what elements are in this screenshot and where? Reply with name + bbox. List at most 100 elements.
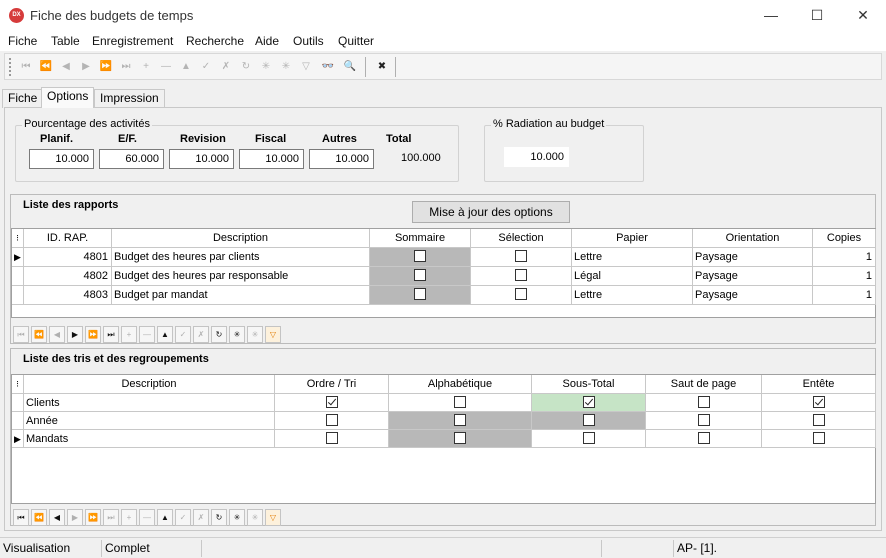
refresh-button[interactable]: ↻ [237, 57, 255, 76]
filter-button[interactable]: ▽ [297, 57, 315, 76]
prev-button[interactable]: ◀ [57, 57, 75, 76]
post-nav-button[interactable]: ✓ [175, 509, 191, 526]
reports-col-header[interactable]: Copies [813, 229, 876, 248]
selection-checkbox[interactable] [515, 269, 527, 282]
next-page-button[interactable]: ⏩ [97, 57, 115, 76]
refresh-nav-button[interactable]: ↻ [211, 509, 227, 526]
menu-recherche[interactable]: Recherche [186, 34, 244, 48]
update-options-button[interactable]: Mise à jour des options [412, 201, 570, 223]
menu-outils[interactable]: Outils [293, 34, 324, 48]
alphabetique-checkbox[interactable] [454, 432, 466, 445]
reports-col-header[interactable]: Sommaire [370, 229, 471, 248]
sommaire-checkbox[interactable] [414, 288, 426, 301]
cancel-nav-button[interactable]: ✗ [193, 326, 209, 343]
report-selection-cell[interactable] [471, 248, 572, 267]
report-orientation-cell[interactable]: Paysage [693, 286, 813, 305]
ordre-tri-checkbox[interactable] [325, 414, 338, 427]
sort-description-cell[interactable]: Mandats [24, 430, 275, 448]
next-page-nav-button[interactable]: ⏩ [85, 509, 101, 526]
sous-total-checkbox[interactable] [582, 414, 595, 427]
autres-input[interactable]: 10.000 [309, 149, 374, 169]
report-selection-cell[interactable] [471, 286, 572, 305]
insert-nav-button[interactable]: + [121, 509, 137, 526]
reports-col-header[interactable]: Papier [572, 229, 693, 248]
filter-nav-button[interactable]: ▽ [265, 509, 281, 526]
delete-nav-button[interactable]: — [139, 326, 155, 343]
alphabetique-checkbox[interactable] [454, 396, 466, 409]
next-nav-button[interactable]: ▶ [67, 326, 83, 343]
fiscal-input[interactable]: 10.000 [239, 149, 304, 169]
entete-checkbox[interactable] [812, 396, 825, 409]
sort-saut-de-page-cell[interactable] [646, 430, 762, 448]
radiation-input[interactable]: 10.000 [504, 147, 569, 167]
first-nav-button[interactable]: ⏮ [13, 509, 29, 526]
delete-nav-button[interactable]: — [139, 509, 155, 526]
menu-table[interactable]: Table [51, 34, 80, 48]
edit-nav-button[interactable]: ▲ [157, 326, 173, 343]
report-id-cell[interactable]: 4803 [24, 286, 112, 305]
first-nav-button[interactable]: ⏮ [13, 326, 29, 343]
sous-total-checkbox[interactable] [582, 396, 595, 409]
next-page-nav-button[interactable]: ⏩ [85, 326, 101, 343]
refresh-nav-button[interactable]: ↻ [211, 326, 227, 343]
last-nav-button[interactable]: ⏭ [103, 326, 119, 343]
new-button[interactable]: ✳ [257, 57, 275, 76]
report-papier-cell[interactable]: Lettre [572, 248, 693, 267]
sorts-col-header[interactable]: Entête [762, 375, 876, 394]
sort-saut-de-page-cell[interactable] [646, 412, 762, 430]
minimize-button[interactable]: — [748, 0, 794, 31]
insert-button[interactable]: + [137, 57, 155, 76]
sort-saut-de-page-cell[interactable] [646, 394, 762, 412]
menu-quitter[interactable]: Quitter [338, 34, 374, 48]
sort-entete-cell[interactable] [762, 394, 876, 412]
revision-input[interactable]: 10.000 [169, 149, 234, 169]
menu-enregistrement[interactable]: Enregistrement [92, 34, 173, 48]
insert-nav-button[interactable]: + [121, 326, 137, 343]
report-papier-cell[interactable]: Légal [572, 267, 693, 286]
sort-sous-total-cell[interactable] [532, 412, 646, 430]
sort-alphabetique-cell[interactable] [389, 430, 532, 448]
report-sommaire-cell[interactable] [370, 248, 471, 267]
report-copies-cell[interactable]: 1 [813, 267, 876, 286]
last-button[interactable]: ⏭ [117, 57, 135, 76]
edit-button[interactable]: ▲ [177, 57, 195, 76]
sort-sous-total-cell[interactable] [532, 430, 646, 448]
sorts-col-header[interactable]: Ordre / Tri [275, 375, 389, 394]
cancel-nav-button[interactable]: ✗ [193, 509, 209, 526]
sous-total-checkbox[interactable] [582, 432, 595, 445]
reports-col-header[interactable]: ID. RAP. [24, 229, 112, 248]
ordre-tri-checkbox[interactable] [325, 396, 338, 409]
post-nav-button[interactable]: ✓ [175, 326, 191, 343]
sort-ordre-tri-cell[interactable] [275, 394, 389, 412]
entete-checkbox[interactable] [812, 432, 825, 445]
saut-de-page-checkbox[interactable] [697, 414, 710, 427]
prev-page-nav-button[interactable]: ⏪ [31, 326, 47, 343]
close-button[interactable]: ✖ [373, 57, 391, 76]
saut-de-page-checkbox[interactable] [697, 396, 710, 409]
sort-alphabetique-cell[interactable] [389, 394, 532, 412]
ordre-tri-checkbox[interactable] [325, 432, 338, 445]
edit-nav-button[interactable]: ▲ [157, 509, 173, 526]
close-window-button[interactable]: ✕ [840, 0, 886, 31]
sort-alphabetique-cell[interactable] [389, 412, 532, 430]
copy-button[interactable]: ✳ [277, 57, 295, 76]
new-nav-button[interactable]: ✳ [229, 509, 245, 526]
sort-ordre-tri-cell[interactable] [275, 412, 389, 430]
sorts-col-header[interactable]: Saut de page [646, 375, 762, 394]
report-selection-cell[interactable] [471, 267, 572, 286]
sorts-col-header[interactable]: Alphabétique [389, 375, 532, 394]
toolbar-grip[interactable] [9, 58, 12, 76]
cancel-button[interactable]: ✗ [217, 57, 235, 76]
sort-entete-cell[interactable] [762, 430, 876, 448]
sort-description-cell[interactable]: Année [24, 412, 275, 430]
report-description-cell[interactable]: Budget par mandat [112, 286, 370, 305]
saut-de-page-checkbox[interactable] [697, 432, 710, 445]
first-button[interactable]: ⏮ [17, 57, 35, 76]
selection-checkbox[interactable] [515, 250, 527, 263]
binoculars-button[interactable]: 👓 [319, 57, 337, 76]
report-description-cell[interactable]: Budget des heures par clients [112, 248, 370, 267]
tab-fiche[interactable]: Fiche [2, 89, 44, 108]
planif-input[interactable]: 10.000 [29, 149, 94, 169]
maximize-button[interactable]: ☐ [794, 0, 840, 31]
prev-page-nav-button[interactable]: ⏪ [31, 509, 47, 526]
